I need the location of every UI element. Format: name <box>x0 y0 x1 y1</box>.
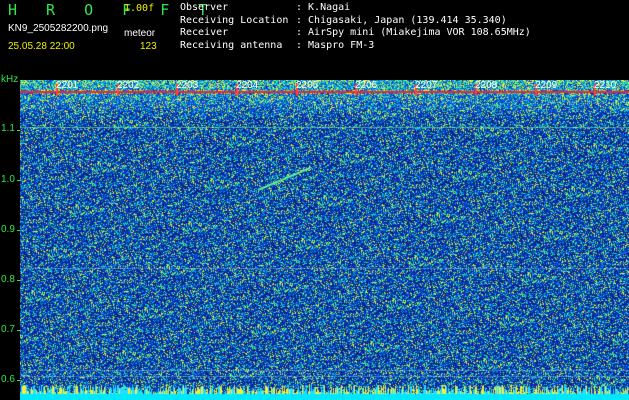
antenna-row: Receiving antenna : Maspro FM-3 <box>180 40 531 53</box>
waterfall-plot[interactable] <box>20 80 629 400</box>
station-info: Observer : K.Nagai Receiving Location : Ch… <box>180 2 531 52</box>
y-tick-label: 1.1 <box>1 123 15 134</box>
y-tick-label: 0.6 <box>1 374 15 385</box>
count-label: 123 <box>140 41 157 52</box>
y-tick-label: 0.8 <box>1 274 15 285</box>
y-tick-label: 1.0 <box>1 174 15 185</box>
y-tick-label: 0.7 <box>1 324 15 335</box>
time-marker-label: 2209 <box>535 80 558 91</box>
header-panel: H R O F F T 1.00f KN9_2505282200.png met… <box>0 0 629 78</box>
location-value: : Chigasaki, Japan (139.414 35.340) <box>296 14 507 26</box>
time-marker-label: 2210 <box>594 80 617 91</box>
time-marker-label: 2202 <box>117 80 140 91</box>
time-marker-label: 2206 <box>355 80 378 91</box>
time-marker-label: 2207 <box>415 80 438 91</box>
y-tick-label: 0.9 <box>1 224 15 235</box>
time-marker-label: 2208 <box>475 80 498 91</box>
filename-label: KN9_2505282200.png <box>8 23 109 34</box>
time-marker-label: 2205 <box>296 80 319 91</box>
antenna-label: Receiving antenna <box>180 39 283 51</box>
observer-row: Observer : K.Nagai <box>180 2 531 15</box>
waterfall-canvas[interactable] <box>20 80 629 400</box>
observer-label: Observer <box>180 2 229 13</box>
time-marker-label: 2203 <box>176 80 199 91</box>
time-marker-label: 2204 <box>236 80 259 91</box>
receiver-value: : AirSpy mini (Miakejima VOR 108.65MHz) <box>296 27 531 39</box>
receiver-row: Receiver : AirSpy mini (Miakejima VOR 108… <box>180 27 531 40</box>
receiver-label: Receiver <box>180 27 229 39</box>
time-marker-label: 2201 <box>56 80 79 91</box>
datetime-label: 25.05.28 22:00 <box>8 41 75 52</box>
mode-label: meteor <box>124 28 156 39</box>
location-label: Receiving Location <box>180 14 289 26</box>
version-label: 1.00f <box>124 3 155 14</box>
y-axis-unit: kHz <box>1 74 19 85</box>
location-row: Receiving Location : Chigasaki, Japan (13… <box>180 15 531 28</box>
y-axis: kHz 1.1 1.0 0.9 0.8 0.7 0.6 <box>0 74 21 400</box>
observer-value: : K.Nagai <box>296 2 351 13</box>
antenna-value: : Maspro FM-3 <box>296 39 375 51</box>
